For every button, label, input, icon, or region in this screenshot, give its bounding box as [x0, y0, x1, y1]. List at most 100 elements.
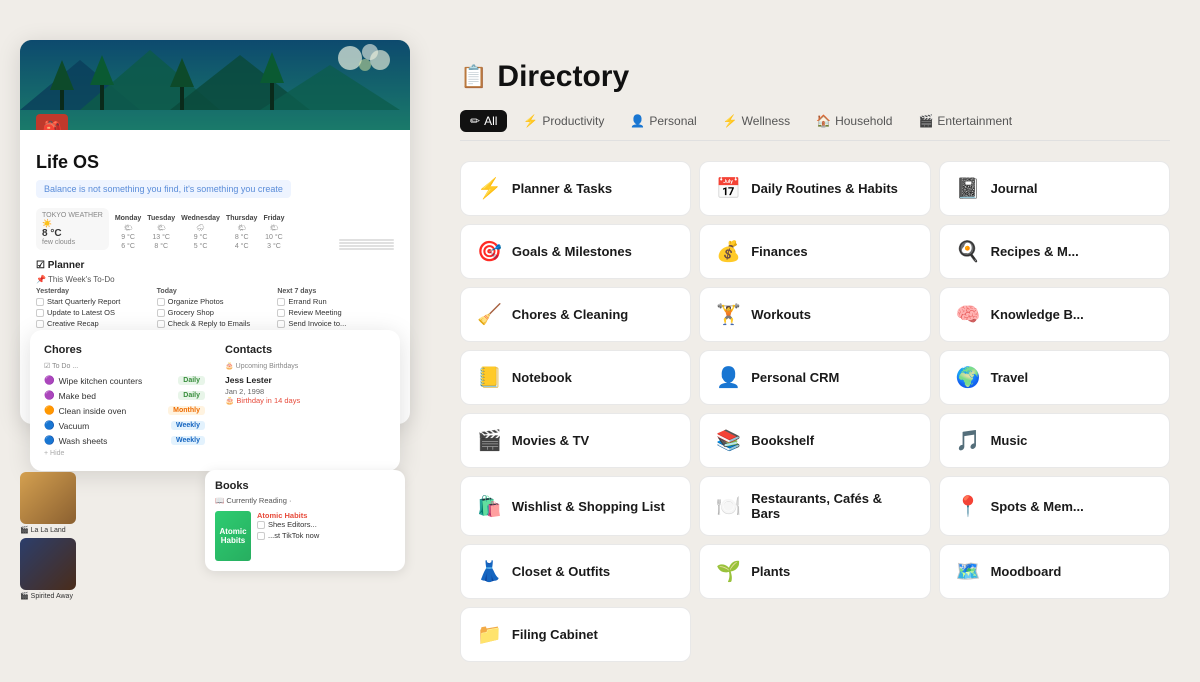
badge-weekly: Weekly: [171, 421, 205, 430]
dir-item-travel[interactable]: 🌍 Travel: [939, 350, 1170, 405]
contact-name: Jess Lester: [225, 375, 386, 385]
directory-grid: ⚡ Planner & Tasks 📅 Daily Routines & Hab…: [460, 161, 1170, 662]
dir-item-music-label: Music: [991, 433, 1028, 448]
tab-household-label: Household: [835, 114, 892, 128]
dir-item-movies[interactable]: 🎬 Movies & TV: [460, 413, 691, 468]
dir-item-knowledge-label: Knowledge B...: [991, 307, 1084, 322]
tab-personal-label: Personal: [649, 114, 696, 128]
dir-item-planner-label: Planner & Tasks: [512, 181, 612, 196]
movie-lalaland: 🎬 La La Land: [20, 472, 80, 534]
weather-box: TOKYO WEATHER ☀️ 8 °C few clouds: [36, 208, 109, 250]
dir-item-chores-label: Chores & Cleaning: [512, 307, 628, 322]
dir-item-spots[interactable]: 📍 Spots & Mem...: [939, 476, 1170, 536]
task-item: Review Meeting: [277, 308, 394, 317]
dir-item-travel-icon: 🌍: [956, 365, 981, 390]
dir-item-chores[interactable]: 🧹 Chores & Cleaning: [460, 287, 691, 342]
dir-item-bookshelf-icon: 📚: [716, 428, 741, 453]
dir-item-restaurants-icon: 🍽️: [716, 494, 741, 519]
tab-personal[interactable]: 👤 Personal: [620, 110, 706, 132]
weather-temp: 8 °C: [42, 228, 103, 239]
dir-item-travel-label: Travel: [991, 370, 1029, 385]
dir-item-recipes[interactable]: 🍳 Recipes & M...: [939, 224, 1170, 279]
dir-item-journal[interactable]: 📓 Journal: [939, 161, 1170, 216]
avatar: 🎒: [36, 114, 68, 130]
directory-title: Directory: [497, 60, 629, 94]
tab-entertainment[interactable]: 🎬 Entertainment: [908, 110, 1022, 132]
right-panel: 📋 Directory ✏ All ⚡ Productivity 👤 Perso…: [440, 40, 1180, 682]
task-item: Errand Run: [277, 297, 394, 306]
dir-item-bookshelf-label: Bookshelf: [751, 433, 814, 448]
dir-item-goals[interactable]: 🎯 Goals & Milestones: [460, 224, 691, 279]
dir-item-filing[interactable]: 📁 Filing Cabinet: [460, 607, 691, 662]
dir-item-moodboard-icon: 🗺️: [956, 559, 981, 584]
dir-item-notebook[interactable]: 📒 Notebook: [460, 350, 691, 405]
dir-item-wishlist[interactable]: 🛍️ Wishlist & Shopping List: [460, 476, 691, 536]
tab-all[interactable]: ✏ All: [460, 110, 507, 132]
planner-grid: Yesterday Start Quarterly Report Update …: [36, 288, 394, 330]
tab-personal-icon: 👤: [630, 114, 645, 128]
chores-contacts-row: Chores ☑ To Do ... 🟣Wipe kitchen counter…: [44, 344, 386, 457]
dir-item-finances-icon: 💰: [716, 239, 741, 264]
planner-col-today: Today Organize Photos Grocery Shop Check…: [157, 288, 274, 330]
badge-monthly: Monthly: [168, 406, 205, 415]
dir-item-personal-crm-label: Personal CRM: [751, 370, 839, 385]
dir-item-knowledge[interactable]: 🧠 Knowledge B...: [939, 287, 1170, 342]
dir-item-personal-crm[interactable]: 👤 Personal CRM: [699, 350, 930, 405]
weather-icon-sun: ☀️: [42, 219, 103, 228]
dir-item-restaurants[interactable]: 🍽️ Restaurants, Cafés & Bars: [699, 476, 930, 536]
task-item: Check & Reply to Emails: [157, 319, 274, 328]
dir-item-goals-label: Goals & Milestones: [512, 244, 632, 259]
tab-productivity-label: Productivity: [542, 114, 604, 128]
dir-item-wishlist-label: Wishlist & Shopping List: [512, 499, 665, 514]
dir-item-plants[interactable]: 🌱 Plants: [699, 544, 930, 599]
dir-item-chores-icon: 🧹: [477, 302, 502, 327]
badge-weekly: Weekly: [171, 436, 205, 445]
tab-wellness-icon: ⚡: [723, 114, 738, 128]
tab-entertainment-icon: 🎬: [918, 114, 933, 128]
dir-item-goals-icon: 🎯: [477, 239, 502, 264]
movie-spirited: 🎬 Spirited Away: [20, 538, 80, 600]
tab-productivity[interactable]: ⚡ Productivity: [513, 110, 614, 132]
book-cover: Atomic Habits: [215, 511, 251, 561]
badge-daily: Daily: [178, 391, 205, 400]
dir-item-closet-label: Closet & Outfits: [512, 564, 610, 579]
dir-item-closet-icon: 👗: [477, 559, 502, 584]
dir-item-bookshelf[interactable]: 📚 Bookshelf: [699, 413, 930, 468]
weather-location: TOKYO WEATHER: [42, 212, 103, 219]
dir-item-closet[interactable]: 👗 Closet & Outfits: [460, 544, 691, 599]
tab-wellness-label: Wellness: [742, 114, 790, 128]
books-card: Books 📖 Currently Reading · Atomic Habit…: [205, 470, 405, 571]
dir-item-daily-routines[interactable]: 📅 Daily Routines & Habits: [699, 161, 930, 216]
dir-item-daily-routines-label: Daily Routines & Habits: [751, 181, 898, 196]
dir-item-finances-label: Finances: [751, 244, 807, 259]
dir-item-notebook-label: Notebook: [512, 370, 572, 385]
chores-col: Chores ☑ To Do ... 🟣Wipe kitchen counter…: [44, 344, 205, 457]
dir-item-moodboard[interactable]: 🗺️ Moodboard: [939, 544, 1170, 599]
books-list: Atomic Habits Atomic Habits Shes Editors…: [215, 511, 395, 561]
dir-item-planner[interactable]: ⚡ Planner & Tasks: [460, 161, 691, 216]
contacts-col: Contacts 🎂 Upcoming Birthdays Jess Leste…: [225, 344, 386, 457]
dir-item-finances[interactable]: 💰 Finances: [699, 224, 930, 279]
movie-title-spirited: 🎬 Spirited Away: [20, 592, 80, 600]
dir-item-spots-icon: 📍: [956, 494, 981, 519]
day-monday: Monday 🌤 9 °C 6 °C: [115, 215, 141, 250]
tab-wellness[interactable]: ⚡ Wellness: [713, 110, 800, 132]
books-title: Books: [215, 480, 395, 492]
movie-thumb-lalaland: [20, 472, 76, 524]
planner-col-nextweek: Next 7 days Errand Run Review Meeting Se…: [277, 288, 394, 330]
day-wednesday: Wednesday 🌧 9 °C 5 °C: [181, 215, 220, 250]
left-panel: 🎒 Life OS Balance is not something you f…: [20, 40, 410, 424]
dir-item-knowledge-icon: 🧠: [956, 302, 981, 327]
task-item: Update to Latest OS: [36, 308, 153, 317]
dir-item-wishlist-icon: 🛍️: [477, 494, 502, 519]
tab-household[interactable]: 🏠 Household: [806, 110, 902, 132]
dir-item-workouts-label: Workouts: [751, 307, 811, 322]
dir-item-music[interactable]: 🎵 Music: [939, 413, 1170, 468]
tab-productivity-icon: ⚡: [523, 114, 538, 128]
dir-item-movies-label: Movies & TV: [512, 433, 589, 448]
chore-item-wipe: 🟣Wipe kitchen counters Daily: [44, 375, 205, 386]
dir-item-filing-label: Filing Cabinet: [512, 627, 598, 642]
dir-item-planner-icon: ⚡: [477, 176, 502, 201]
dir-item-workouts[interactable]: 🏋️ Workouts: [699, 287, 930, 342]
chores-title: Chores: [44, 344, 205, 356]
